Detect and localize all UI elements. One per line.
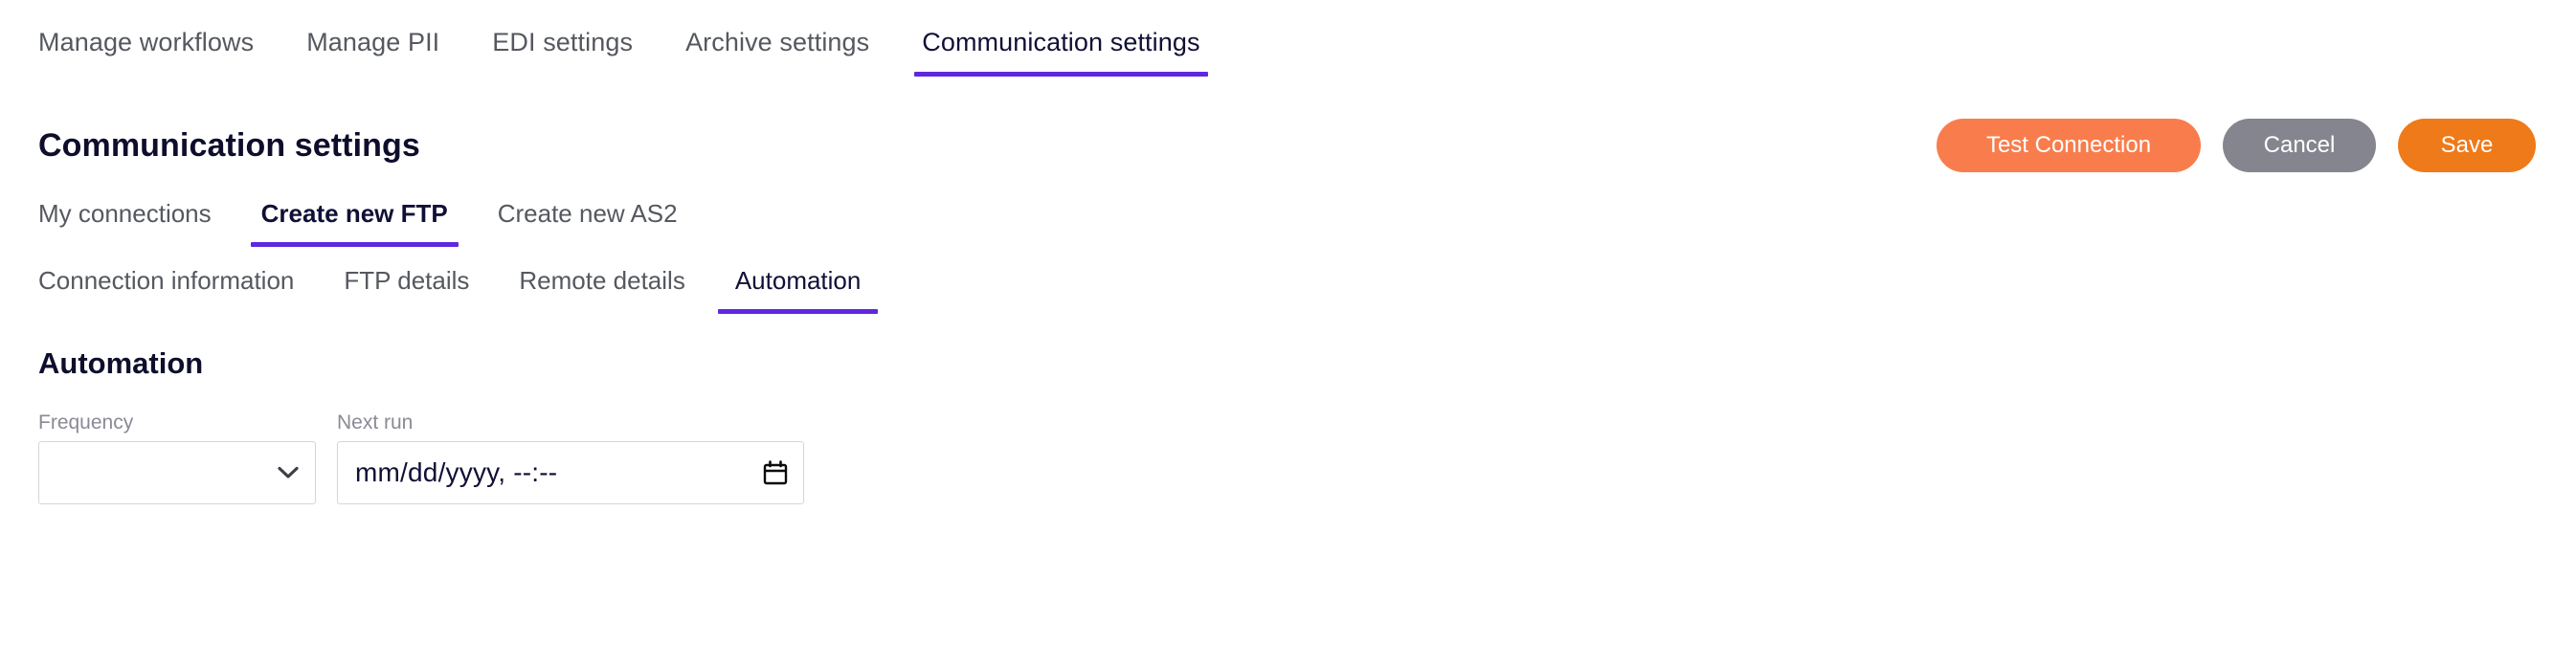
tab-automation[interactable]: Automation — [717, 262, 878, 314]
sub-tab-label: Create new FTP — [260, 199, 448, 228]
section-title: Automation — [38, 346, 204, 380]
primary-navigation: Manage workflows Manage PII EDI settings… — [0, 0, 2576, 82]
tab-label: Remote details — [519, 266, 685, 295]
top-nav-item-communication-settings[interactable]: Communication settings — [914, 0, 1208, 77]
page-header: Communication settings Test Connection C… — [0, 107, 2576, 184]
tab-connection-information[interactable]: Connection information — [38, 262, 294, 314]
test-connection-button[interactable]: Test Connection — [1937, 119, 2201, 172]
automation-section: Automation Frequency Next run mm/dd/yyyy… — [0, 348, 2576, 504]
frequency-select-wrapper — [38, 441, 316, 504]
frequency-field: Frequency — [38, 412, 316, 504]
automation-form-row: Frequency Next run mm/dd/yyyy, --:-- — [38, 412, 2576, 504]
frequency-label: Frequency — [38, 411, 134, 434]
tab-label: Connection information — [38, 266, 295, 295]
tab-remote-details[interactable]: Remote details — [519, 262, 684, 314]
next-run-label: Next run — [337, 411, 414, 434]
top-nav-item-archive-settings[interactable]: Archive settings — [685, 0, 869, 77]
top-nav-label: Communication settings — [922, 28, 1200, 56]
top-nav-label: Manage workflows — [38, 28, 255, 56]
top-nav-item-edi-settings[interactable]: EDI settings — [492, 0, 633, 77]
top-nav-item-manage-pii[interactable]: Manage PII — [306, 0, 439, 77]
tab-label: FTP details — [344, 266, 470, 295]
top-nav-item-manage-workflows[interactable]: Manage workflows — [38, 0, 254, 77]
frequency-select[interactable] — [38, 441, 316, 504]
sub-tab-create-new-ftp[interactable]: Create new FTP — [250, 193, 459, 247]
top-nav-label: Manage PII — [306, 28, 440, 56]
tab-label: Automation — [734, 266, 862, 295]
connection-tabs: My connections Create new FTP Create new… — [0, 193, 2576, 251]
top-nav-label: EDI settings — [492, 28, 634, 56]
next-run-placeholder-text: mm/dd/yyyy, --:-- — [355, 457, 558, 487]
top-nav-label: Archive settings — [685, 28, 870, 56]
sub-tab-create-new-as2[interactable]: Create new AS2 — [498, 193, 678, 247]
sub-tab-my-connections[interactable]: My connections — [38, 193, 212, 247]
next-run-datetime-input[interactable]: mm/dd/yyyy, --:-- — [337, 441, 804, 504]
sub-tab-label: Create new AS2 — [497, 199, 678, 228]
page-title: Communication settings — [38, 127, 420, 164]
sub-tab-label: My connections — [38, 199, 212, 228]
header-action-buttons: Test Connection Cancel Save — [1937, 119, 2536, 172]
save-button[interactable]: Save — [2398, 119, 2536, 172]
ftp-detail-tabs: Connection information FTP details Remot… — [0, 262, 2576, 320]
tab-ftp-details[interactable]: FTP details — [344, 262, 469, 314]
cancel-button[interactable]: Cancel — [2223, 119, 2376, 172]
calendar-icon[interactable] — [763, 460, 788, 485]
next-run-field: Next run mm/dd/yyyy, --:-- — [337, 412, 804, 504]
